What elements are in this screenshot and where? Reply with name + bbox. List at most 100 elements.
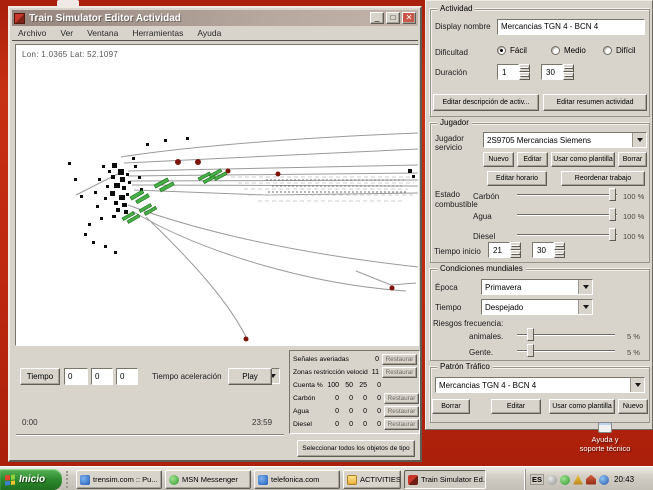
start-button-label: Inicio (19, 474, 45, 485)
taskbar-item-msn-messenger[interactable]: MSN Messenger (165, 470, 251, 489)
count-header-label: Cuenta % (293, 382, 325, 389)
speed-zones-restore-button[interactable]: Restaurar (382, 367, 417, 378)
difficulty-radio-dificil[interactable]: Difícil (603, 46, 636, 55)
hazard-people-slider[interactable] (517, 344, 615, 357)
edit-summary-button[interactable]: Editar resumen actividad (543, 94, 647, 111)
traffic-delete-button[interactable]: Borrar (432, 399, 470, 414)
service-edit-button[interactable]: Editar (517, 152, 548, 167)
water-count: 0 (367, 408, 381, 415)
route-map-canvas[interactable]: Lon: 1.0365 Lat: 52.1097 (15, 44, 419, 346)
duration-hours-value: 1 (497, 64, 519, 80)
tray-icon-network[interactable] (599, 475, 609, 485)
tray-icon-user[interactable] (573, 475, 583, 485)
traffic-new-button[interactable]: Nuevo (618, 399, 648, 414)
language-indicator[interactable]: ES (530, 474, 544, 485)
display-name-input[interactable]: Mercancias TGN 4 - BCN 4 (497, 19, 645, 35)
spin-down-icon[interactable] (563, 72, 574, 80)
spin-up-icon[interactable] (510, 242, 521, 250)
chevron-down-icon[interactable] (578, 300, 592, 314)
radio-icon (551, 46, 560, 55)
service-delete-button[interactable]: Borrar (618, 152, 647, 167)
traffic-template-button[interactable]: Usar como plantilla (549, 399, 615, 414)
taskbar-item-train-simulator[interactable]: Train Simulator Ed... (404, 470, 486, 489)
close-button[interactable]: ✕ (402, 12, 416, 24)
spin-down-icon[interactable] (554, 250, 565, 258)
season-combobox[interactable]: Primavera (481, 279, 593, 295)
water-count: 0 (339, 408, 353, 415)
player-service-combobox[interactable]: 2S9705 Mercancias Siemens (483, 132, 647, 148)
fuel-diesel-slider[interactable] (517, 228, 617, 241)
traffic-pattern-combobox[interactable]: Mercancias TGN 4 - BCN 4 (435, 377, 645, 393)
play-button[interactable]: Play (228, 368, 272, 385)
tray-icon-updates[interactable] (547, 475, 557, 485)
windows-flag-icon (5, 474, 15, 485)
difficulty-radio-facil[interactable]: Fácil (497, 46, 527, 55)
time-minutes-field[interactable]: 0 (91, 368, 113, 385)
difficulty-radio-medio[interactable]: Medio (551, 46, 586, 55)
timeline-slider[interactable] (16, 434, 284, 436)
start-minutes-spinner[interactable]: 30 (532, 242, 565, 258)
condiciones-group: Condiciones mundiales Época Primavera Ti… (430, 269, 650, 361)
duration-label: Duración (435, 68, 467, 77)
hazard-animals-percent: 5 % (627, 332, 640, 341)
start-time-label: Tiempo inicio (434, 247, 481, 256)
player-service-label: Jugador servicio (435, 134, 481, 152)
spin-up-icon[interactable] (554, 242, 565, 250)
spin-down-icon[interactable] (510, 250, 521, 258)
fuel-water-percent: 100 % (623, 212, 644, 221)
taskbar-item-trensim[interactable]: trensim.com :: Pu... (76, 470, 162, 489)
menu-ayuda[interactable]: Ayuda (197, 28, 221, 38)
service-template-button[interactable]: Usar como plantilla (551, 152, 615, 167)
coal-restore-button[interactable]: Restaurar (384, 393, 419, 404)
edit-schedule-button[interactable]: Editar horario (487, 171, 547, 186)
service-new-button[interactable]: Nuevo (483, 152, 514, 167)
titlebar[interactable]: Train Simulator Editor Actividad _ □ ✕ (12, 10, 418, 26)
quick-launch-handle[interactable] (66, 471, 72, 488)
actividad-group: Actividad Display nombre Mercancias TGN … (430, 9, 650, 117)
traffic-edit-button[interactable]: Editar (491, 399, 541, 414)
hazard-animals-slider[interactable] (517, 328, 615, 341)
fuel-coal-slider[interactable] (517, 188, 617, 201)
menu-archivo[interactable]: Archivo (18, 28, 46, 38)
water-restore-button[interactable]: Restaurar (384, 406, 419, 417)
spin-down-icon[interactable] (519, 72, 530, 80)
time-seconds-field[interactable]: 0 (116, 368, 138, 385)
duration-hours-spinner[interactable]: 1 (497, 64, 530, 80)
taskbar-item-activities-folder[interactable]: ACTIVITIES (343, 470, 401, 489)
menu-herramientas[interactable]: Herramientas (132, 28, 183, 38)
help-icon-label-line1: Ayuda y (560, 435, 650, 444)
desktop: Train Simulator Editor Actividad _ □ ✕ A… (0, 0, 653, 490)
duration-minutes-value: 30 (541, 64, 563, 80)
reorder-work-button[interactable]: Reordenar trabajo (561, 171, 645, 186)
menu-ver[interactable]: Ver (60, 28, 73, 38)
folder-icon (347, 475, 357, 485)
tiempo-button[interactable]: Tiempo (20, 368, 60, 385)
maximize-button[interactable]: □ (386, 12, 400, 24)
diesel-restore-button[interactable]: Restaurar (384, 419, 419, 430)
tray-icon-messenger[interactable] (560, 475, 570, 485)
duration-minutes-spinner[interactable]: 30 (541, 64, 574, 80)
tray-icon-home[interactable] (586, 475, 596, 485)
start-hours-spinner[interactable]: 21 (488, 242, 521, 258)
start-button[interactable]: Inicio (0, 469, 62, 490)
coal-count: 0 (367, 395, 381, 402)
weather-combobox[interactable]: Despejado (481, 299, 593, 315)
taskbar-item-label: trensim.com :: Pu... (93, 475, 158, 484)
desktop-icon-help-support[interactable]: Ayuda y soporte técnico (560, 422, 650, 453)
minimize-button[interactable]: _ (370, 12, 384, 24)
time-hours-field[interactable]: 0 (64, 368, 88, 385)
chevron-down-icon[interactable] (632, 133, 646, 147)
spin-up-icon[interactable] (519, 64, 530, 72)
fuel-water-slider[interactable] (517, 208, 617, 221)
menu-ventana[interactable]: Ventana (87, 28, 118, 38)
internet-explorer-icon (258, 475, 268, 485)
select-all-objects-button[interactable]: Seleccionar todos los objetos de tipo (297, 440, 415, 457)
edit-description-button[interactable]: Editar descripción de activ... (433, 94, 539, 111)
spin-up-icon[interactable] (563, 64, 574, 72)
chevron-down-icon[interactable] (630, 378, 644, 392)
failed-signals-restore-button[interactable]: Restaurar (382, 354, 417, 365)
chevron-down-icon[interactable] (578, 280, 592, 294)
fuel-coal-label: Carbón (473, 192, 499, 201)
taskbar-item-telefonica[interactable]: telefonica.com (254, 470, 340, 489)
taskbar-item-label: ACTIVITIES (360, 475, 401, 484)
